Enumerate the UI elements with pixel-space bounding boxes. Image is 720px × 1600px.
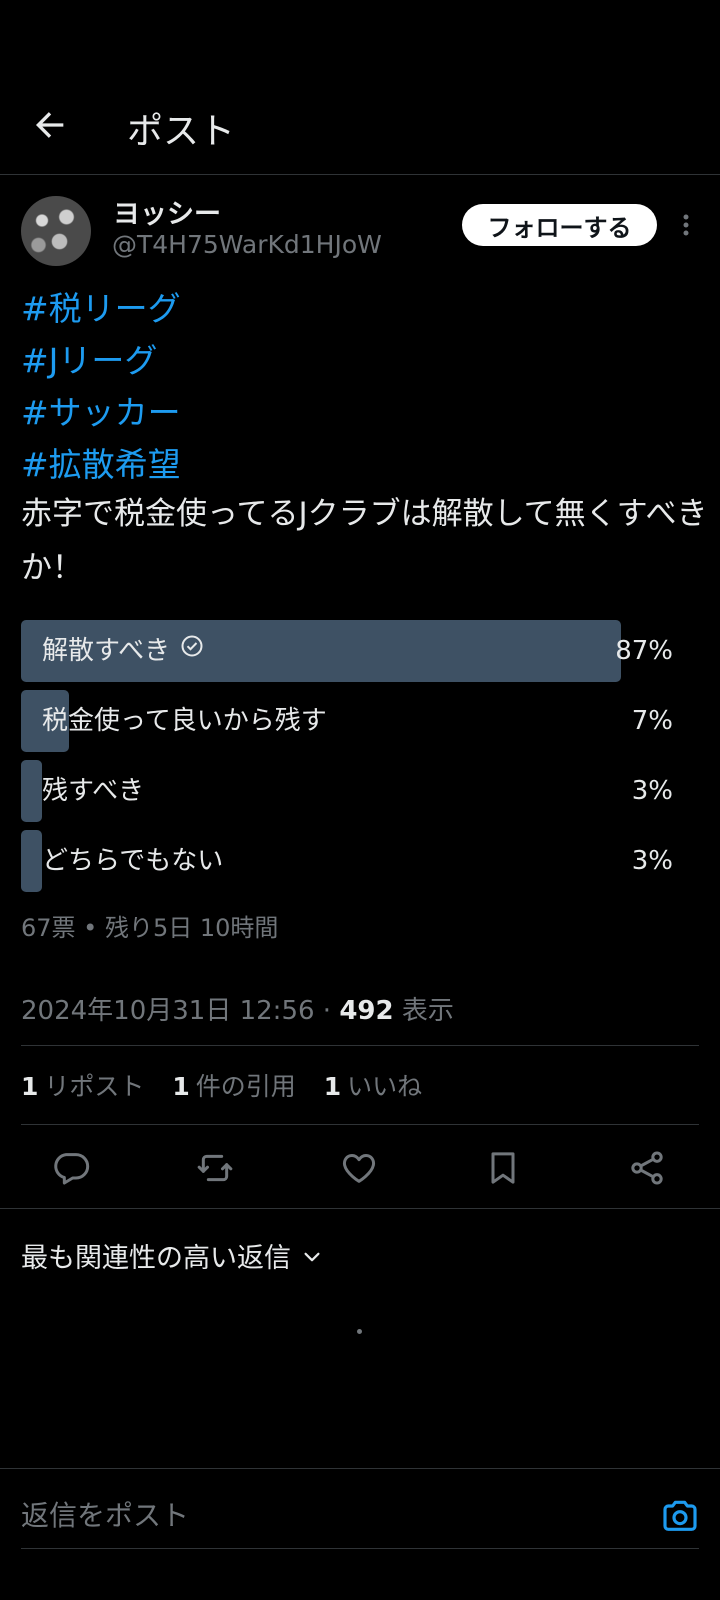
poll-option-percent: 87% (615, 636, 673, 666)
poll-option: 残すべき 3% (21, 760, 711, 822)
divider (21, 1045, 699, 1046)
views-count: 492 (339, 996, 394, 1026)
like-icon[interactable] (339, 1148, 379, 1188)
replies-sort-dropdown[interactable]: 最も関連性の高い返信 (21, 1236, 323, 1275)
views-label: 表示 (401, 996, 454, 1026)
poll-bar (21, 760, 42, 822)
avatar[interactable] (21, 196, 91, 266)
reply-underline (21, 1548, 699, 1549)
likes-stat[interactable]: 1 いいね (324, 1072, 422, 1101)
poll-option-percent: 7% (631, 706, 673, 736)
check-circle-icon (180, 619, 204, 681)
post-timestamp[interactable]: 2024年10月31日 12:56 (21, 996, 315, 1026)
follow-button[interactable]: フォローする (462, 204, 657, 246)
author-handle[interactable]: @T4H75WarKd1HJoW (112, 230, 382, 259)
hashtag-link[interactable]: #税リーグ (21, 282, 181, 330)
poll-option: 解散すべき 87% (21, 620, 711, 682)
reposts-stat[interactable]: 1 リポスト (21, 1072, 164, 1101)
hashtag-link[interactable]: #サッカー (21, 386, 181, 434)
share-icon[interactable] (627, 1148, 667, 1188)
divider (21, 1124, 699, 1125)
poll-option-percent: 3% (631, 846, 673, 876)
engagement-stats: 1 リポスト 1 件の引用 1 いいね (21, 1067, 422, 1103)
more-options-icon[interactable] (674, 210, 698, 240)
repost-icon[interactable] (195, 1148, 235, 1188)
hashtag-link[interactable]: #拡散希望 (21, 438, 181, 486)
camera-icon[interactable] (660, 1496, 700, 1536)
poll-option: どちらでもない 3% (21, 830, 711, 892)
reply-input[interactable] (21, 1490, 621, 1540)
loading-indicator (357, 1329, 362, 1334)
divider (0, 1208, 720, 1209)
poll-option-label: どちらでもない (42, 846, 224, 876)
poll-bar (21, 830, 42, 892)
header-divider (0, 174, 720, 175)
back-arrow-icon[interactable] (30, 105, 70, 145)
poll-option-label: 解散すべき (42, 620, 204, 682)
poll-option-label: 税金使って良いから残す (42, 706, 327, 736)
poll-option: 税金使って良いから残す 7% (21, 690, 711, 752)
replies-sort-label: 最も関連性の高い返信 (21, 1243, 291, 1274)
author-name[interactable]: ヨッシー (113, 192, 221, 231)
post-text: 赤字で税金使ってるJクラブは解散して無くすべきか！ (21, 496, 708, 586)
reply-icon[interactable] (51, 1148, 91, 1188)
post-meta: 2024年10月31日 12:56 · 492 表示 (21, 990, 454, 1027)
poll-option-percent: 3% (631, 776, 673, 806)
divider (0, 1468, 720, 1469)
poll-summary: 67票 • 残り5日 10時間 (21, 914, 279, 942)
bookmark-icon[interactable] (483, 1148, 523, 1188)
hashtag-link[interactable]: #Jリーグ (21, 334, 157, 382)
poll-option-label: 残すべき (42, 776, 145, 806)
chevron-down-icon (301, 1244, 323, 1275)
page-title: ポスト (127, 111, 236, 152)
quotes-stat[interactable]: 1 件の引用 (172, 1072, 315, 1101)
meta-separator: · (322, 996, 332, 1026)
